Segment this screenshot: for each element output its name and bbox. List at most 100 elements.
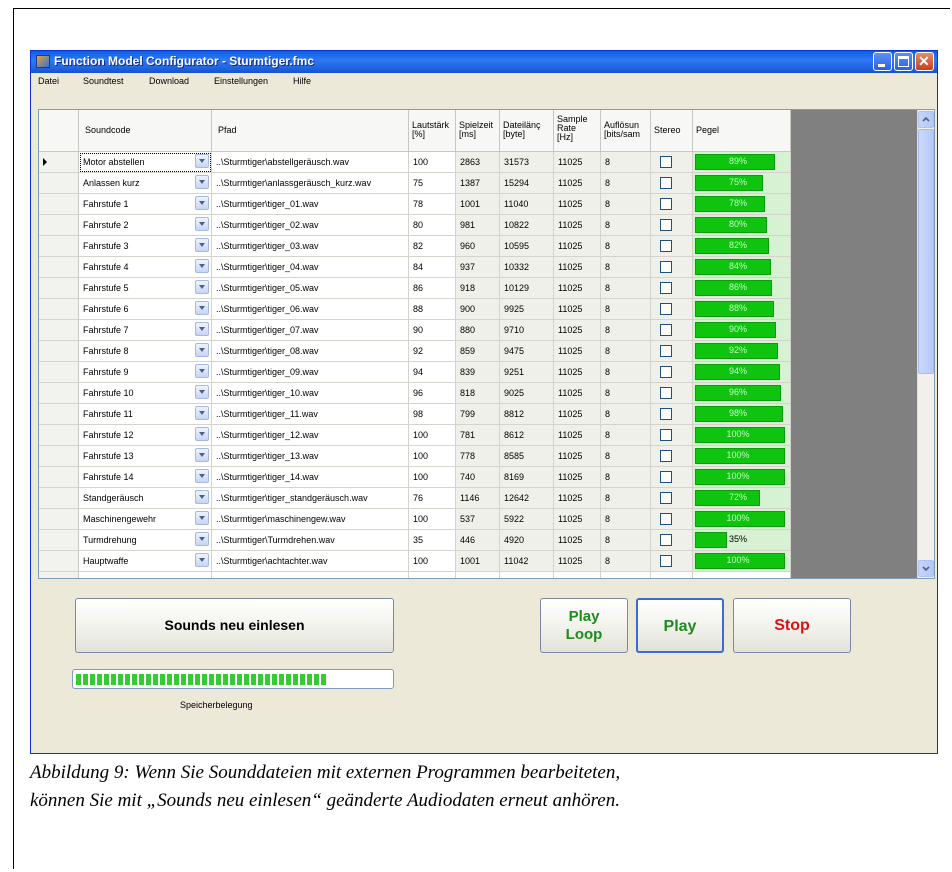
cell-lautstaerke[interactable]: 98 <box>409 404 456 425</box>
soundcode-dropdown-button[interactable] <box>195 364 209 378</box>
row-header[interactable] <box>39 278 79 299</box>
cell-lautstaerke[interactable]: 100 <box>409 425 456 446</box>
soundcode-dropdown-button[interactable] <box>195 469 209 483</box>
stereo-checkbox[interactable] <box>660 429 672 441</box>
row-header[interactable] <box>39 299 79 320</box>
stereo-checkbox[interactable] <box>660 177 672 189</box>
row-header[interactable] <box>39 509 79 530</box>
column-header-soundcode[interactable]: Soundcode <box>79 110 212 152</box>
column-header-pfad[interactable]: Pfad <box>212 110 409 152</box>
soundcode-dropdown-button[interactable] <box>195 259 209 273</box>
soundcode-dropdown-button[interactable] <box>195 490 209 504</box>
cell-stereo[interactable] <box>651 299 693 320</box>
cell-stereo[interactable] <box>651 215 693 236</box>
cell-lautstaerke[interactable]: 35 <box>409 530 456 551</box>
cell-lautstaerke[interactable]: 86 <box>409 278 456 299</box>
cell-stereo[interactable] <box>651 173 693 194</box>
cell-soundcode[interactable]: Anlassen kurz <box>79 173 212 194</box>
cell-lautstaerke[interactable]: 94 <box>409 362 456 383</box>
cell-soundcode[interactable]: Fahrstufe 6 <box>79 299 212 320</box>
cell-stereo[interactable] <box>651 383 693 404</box>
stereo-checkbox[interactable] <box>660 324 672 336</box>
cell-soundcode[interactable]: Fahrstufe 7 <box>79 320 212 341</box>
cell-lautstaerke[interactable]: 100 <box>409 467 456 488</box>
cell-stereo[interactable] <box>651 467 693 488</box>
cell-soundcode[interactable]: Hauptwaffe <box>79 551 212 572</box>
cell-lautstaerke[interactable]: 100 <box>409 551 456 572</box>
row-header[interactable] <box>39 320 79 341</box>
play-loop-button[interactable]: Play Loop <box>540 598 628 653</box>
cell-lautstaerke[interactable]: 82 <box>409 236 456 257</box>
row-header[interactable] <box>39 404 79 425</box>
cell-lautstaerke[interactable]: 100 <box>409 152 456 173</box>
row-header[interactable] <box>39 383 79 404</box>
menu-soundtest[interactable]: Soundtest <box>83 76 124 86</box>
soundcode-dropdown-button[interactable] <box>195 301 209 315</box>
stop-button[interactable]: Stop <box>733 598 851 653</box>
soundcode-dropdown-button[interactable] <box>195 511 209 525</box>
cell-soundcode[interactable]: Maschinengewehr <box>79 509 212 530</box>
cell-lautstaerke[interactable]: 90 <box>409 320 456 341</box>
cell-soundcode[interactable]: Motor abstellen <box>79 152 212 173</box>
stereo-checkbox[interactable] <box>660 471 672 483</box>
row-header[interactable] <box>39 530 79 551</box>
cell-stereo[interactable] <box>651 509 693 530</box>
stereo-checkbox[interactable] <box>660 387 672 399</box>
cell-soundcode[interactable]: Fahrstufe 12 <box>79 425 212 446</box>
cell-lautstaerke[interactable]: 78 <box>409 194 456 215</box>
cell-stereo[interactable] <box>651 194 693 215</box>
soundcode-dropdown-button[interactable] <box>195 532 209 546</box>
cell-soundcode[interactable]: Fahrstufe 14 <box>79 467 212 488</box>
cell-soundcode[interactable]: Fahrstufe 11 <box>79 404 212 425</box>
cell-soundcode[interactable]: Fahrstufe 8 <box>79 341 212 362</box>
soundcode-dropdown-button[interactable] <box>195 280 209 294</box>
stereo-checkbox[interactable] <box>660 366 672 378</box>
cell-stereo[interactable] <box>651 152 693 173</box>
stereo-checkbox[interactable] <box>660 261 672 273</box>
cell-stereo[interactable] <box>651 551 693 572</box>
column-header-stereo[interactable]: Stereo <box>651 110 693 152</box>
soundcode-dropdown-button[interactable] <box>195 385 209 399</box>
cell-stereo[interactable] <box>651 257 693 278</box>
cell-soundcode[interactable]: Fahrstufe 9 <box>79 362 212 383</box>
cell-lautstaerke[interactable]: 76 <box>409 488 456 509</box>
cell-stereo[interactable] <box>651 341 693 362</box>
row-header[interactable] <box>39 446 79 467</box>
cell-soundcode[interactable]: Fahrstufe 13 <box>79 446 212 467</box>
sound-table[interactable]: Soundcode Pfad Lautstärk [%] Spielzeit [ms]… <box>38 109 935 579</box>
column-header-dateilaenge[interactable]: Dateilänç [byte] <box>500 110 554 152</box>
stereo-checkbox[interactable] <box>660 408 672 420</box>
stereo-checkbox[interactable] <box>660 555 672 567</box>
cell-soundcode[interactable]: Fahrstufe 10 <box>79 383 212 404</box>
menu-download[interactable]: Download <box>149 76 189 86</box>
cell-lautstaerke[interactable]: 96 <box>409 383 456 404</box>
cell-soundcode[interactable]: Fahrstufe 5 <box>79 278 212 299</box>
cell-stereo[interactable] <box>651 404 693 425</box>
stereo-checkbox[interactable] <box>660 240 672 252</box>
scroll-thumb[interactable] <box>918 129 934 374</box>
stereo-checkbox[interactable] <box>660 450 672 462</box>
cell-stereo[interactable] <box>651 425 693 446</box>
soundcode-dropdown-button[interactable] <box>195 322 209 336</box>
row-header[interactable] <box>39 152 79 173</box>
cell-soundcode[interactable]: Fahrstufe 2 <box>79 215 212 236</box>
stereo-checkbox[interactable] <box>660 282 672 294</box>
cell-lautstaerke[interactable]: 100 <box>409 446 456 467</box>
soundcode-dropdown-button[interactable] <box>195 196 209 210</box>
cell-soundcode[interactable]: Standgeräusch <box>79 488 212 509</box>
row-header[interactable] <box>39 488 79 509</box>
cell-soundcode[interactable]: Turmdrehung <box>79 530 212 551</box>
stereo-checkbox[interactable] <box>660 492 672 504</box>
stereo-checkbox[interactable] <box>660 156 672 168</box>
soundcode-dropdown-button[interactable] <box>195 448 209 462</box>
cell-lautstaerke[interactable]: 80 <box>409 215 456 236</box>
cell-stereo[interactable] <box>651 362 693 383</box>
soundcode-dropdown-button[interactable] <box>195 238 209 252</box>
column-header-samplerate[interactable]: Sample Rate [Hz] <box>554 110 601 152</box>
column-header-pegel[interactable]: Pegel <box>693 110 791 152</box>
cell-lautstaerke[interactable]: 100 <box>409 509 456 530</box>
cell-stereo[interactable] <box>651 236 693 257</box>
soundcode-dropdown-button[interactable] <box>195 217 209 231</box>
stereo-checkbox[interactable] <box>660 534 672 546</box>
row-header[interactable] <box>39 467 79 488</box>
